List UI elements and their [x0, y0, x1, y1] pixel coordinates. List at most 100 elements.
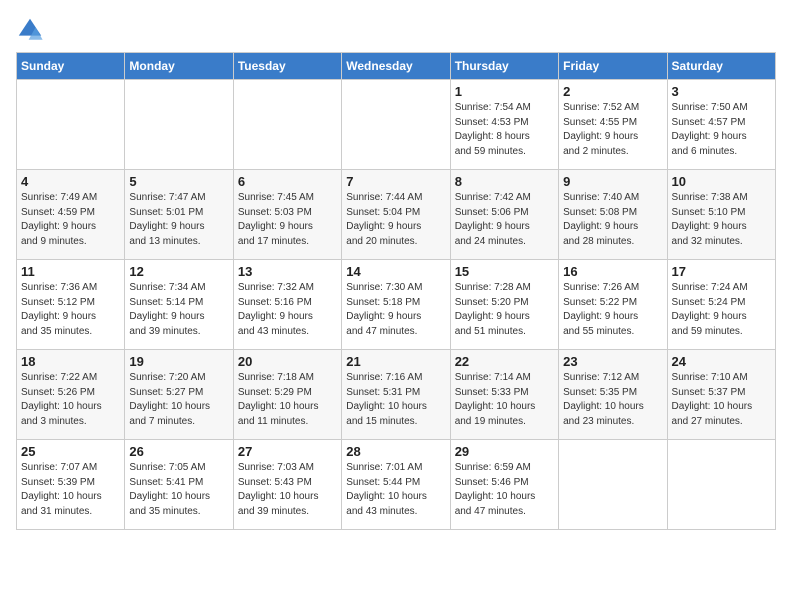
weekday-header-row: SundayMondayTuesdayWednesdayThursdayFrid…: [17, 53, 776, 80]
day-number: 19: [129, 354, 228, 369]
day-number: 9: [563, 174, 662, 189]
calendar-cell: 25 Sunrise: 7:07 AM Sunset: 5:39 PM Dayli…: [17, 440, 125, 530]
day-info: Sunrise: 7:26 AM Sunset: 5:22 PM Dayligh…: [563, 281, 662, 339]
day-info: Sunrise: 7:20 AM Sunset: 5:27 PM Dayligh…: [129, 371, 228, 429]
day-info: Sunrise: 7:12 AM Sunset: 5:35 PM Dayligh…: [563, 371, 662, 429]
calendar-cell: 9 Sunrise: 7:40 AM Sunset: 5:08 PM Daylig…: [559, 170, 667, 260]
day-number: 1: [455, 84, 554, 99]
weekday-header-monday: Monday: [125, 53, 233, 80]
day-info: Sunrise: 7:03 AM Sunset: 5:43 PM Dayligh…: [238, 461, 337, 519]
calendar-week-row: 11Sunrise: 7:36 AM Sunset: 5:12 PM Dayli…: [17, 260, 776, 350]
day-info: Sunrise: 7:49 AM Sunset: 4:59 PM Dayligh…: [21, 191, 120, 249]
logo: [16, 16, 48, 44]
calendar-week-row: 25 Sunrise: 7:07 AM Sunset: 5:39 PM Dayli…: [17, 440, 776, 530]
calendar-cell: [559, 440, 667, 530]
day-number: 4: [21, 174, 120, 189]
day-info: Sunrise: 6:59 AM Sunset: 5:46 PM Dayligh…: [455, 461, 554, 519]
calendar-cell: 17 Sunrise: 7:24 AM Sunset: 5:24 PM Dayli…: [667, 260, 775, 350]
day-number: 12: [129, 264, 228, 279]
day-number: 20: [238, 354, 337, 369]
day-number: 10: [672, 174, 771, 189]
calendar-cell: [125, 80, 233, 170]
calendar-cell: 12 Sunrise: 7:34 AM Sunset: 5:14 PM Dayli…: [125, 260, 233, 350]
day-info: Sunrise: 7:01 AM Sunset: 5:44 PM Dayligh…: [346, 461, 445, 519]
calendar-table: SundayMondayTuesdayWednesdayThursdayFrid…: [16, 52, 776, 530]
day-number: 21: [346, 354, 445, 369]
day-info: Sunrise: 7:50 AM Sunset: 4:57 PM Dayligh…: [672, 101, 771, 159]
calendar-cell: 2 Sunrise: 7:52 AM Sunset: 4:55 PM Daylig…: [559, 80, 667, 170]
calendar-cell: 4 Sunrise: 7:49 AM Sunset: 4:59 PM Daylig…: [17, 170, 125, 260]
day-info: Sunrise: 7:52 AM Sunset: 4:55 PM Dayligh…: [563, 101, 662, 159]
day-number: 26: [129, 444, 228, 459]
calendar-cell: 11Sunrise: 7:36 AM Sunset: 5:12 PM Dayli…: [17, 260, 125, 350]
calendar-cell: [342, 80, 450, 170]
weekday-header-tuesday: Tuesday: [233, 53, 341, 80]
day-info: Sunrise: 7:18 AM Sunset: 5:29 PM Dayligh…: [238, 371, 337, 429]
calendar-cell: 21 Sunrise: 7:16 AM Sunset: 5:31 PM Dayli…: [342, 350, 450, 440]
calendar-cell: 28Sunrise: 7:01 AM Sunset: 5:44 PM Dayli…: [342, 440, 450, 530]
day-number: 14: [346, 264, 445, 279]
header: [16, 16, 776, 44]
day-info: Sunrise: 7:16 AM Sunset: 5:31 PM Dayligh…: [346, 371, 445, 429]
day-info: Sunrise: 7:42 AM Sunset: 5:06 PM Dayligh…: [455, 191, 554, 249]
weekday-header-saturday: Saturday: [667, 53, 775, 80]
calendar-cell: 16 Sunrise: 7:26 AM Sunset: 5:22 PM Dayli…: [559, 260, 667, 350]
calendar-cell: 18Sunrise: 7:22 AM Sunset: 5:26 PM Dayli…: [17, 350, 125, 440]
day-number: 29: [455, 444, 554, 459]
day-info: Sunrise: 7:14 AM Sunset: 5:33 PM Dayligh…: [455, 371, 554, 429]
calendar-cell: 24 Sunrise: 7:10 AM Sunset: 5:37 PM Dayli…: [667, 350, 775, 440]
day-info: Sunrise: 7:32 AM Sunset: 5:16 PM Dayligh…: [238, 281, 337, 339]
day-info: Sunrise: 7:05 AM Sunset: 5:41 PM Dayligh…: [129, 461, 228, 519]
calendar-cell: 19 Sunrise: 7:20 AM Sunset: 5:27 PM Dayli…: [125, 350, 233, 440]
day-info: Sunrise: 7:40 AM Sunset: 5:08 PM Dayligh…: [563, 191, 662, 249]
weekday-header-friday: Friday: [559, 53, 667, 80]
day-number: 17: [672, 264, 771, 279]
day-info: Sunrise: 7:38 AM Sunset: 5:10 PM Dayligh…: [672, 191, 771, 249]
calendar-cell: 15 Sunrise: 7:28 AM Sunset: 5:20 PM Dayli…: [450, 260, 558, 350]
calendar-cell: 10 Sunrise: 7:38 AM Sunset: 5:10 PM Dayli…: [667, 170, 775, 260]
day-info: Sunrise: 7:47 AM Sunset: 5:01 PM Dayligh…: [129, 191, 228, 249]
day-number: 16: [563, 264, 662, 279]
day-info: Sunrise: 7:30 AM Sunset: 5:18 PM Dayligh…: [346, 281, 445, 339]
day-number: 23: [563, 354, 662, 369]
weekday-header-sunday: Sunday: [17, 53, 125, 80]
calendar-cell: 3 Sunrise: 7:50 AM Sunset: 4:57 PM Daylig…: [667, 80, 775, 170]
day-number: 15: [455, 264, 554, 279]
calendar-cell: 1 Sunrise: 7:54 AM Sunset: 4:53 PM Daylig…: [450, 80, 558, 170]
day-number: 25: [21, 444, 120, 459]
day-number: 3: [672, 84, 771, 99]
day-info: Sunrise: 7:07 AM Sunset: 5:39 PM Dayligh…: [21, 461, 120, 519]
calendar-cell: [17, 80, 125, 170]
calendar-cell: 22 Sunrise: 7:14 AM Sunset: 5:33 PM Dayli…: [450, 350, 558, 440]
calendar-week-row: 18Sunrise: 7:22 AM Sunset: 5:26 PM Dayli…: [17, 350, 776, 440]
calendar-cell: 29 Sunrise: 6:59 AM Sunset: 5:46 PM Dayli…: [450, 440, 558, 530]
day-info: Sunrise: 7:54 AM Sunset: 4:53 PM Dayligh…: [455, 101, 554, 159]
day-number: 5: [129, 174, 228, 189]
weekday-header-wednesday: Wednesday: [342, 53, 450, 80]
calendar-cell: 14 Sunrise: 7:30 AM Sunset: 5:18 PM Dayli…: [342, 260, 450, 350]
calendar-cell: [233, 80, 341, 170]
day-number: 22: [455, 354, 554, 369]
calendar-cell: 27Sunrise: 7:03 AM Sunset: 5:43 PM Dayli…: [233, 440, 341, 530]
day-number: 2: [563, 84, 662, 99]
weekday-header-thursday: Thursday: [450, 53, 558, 80]
day-info: Sunrise: 7:34 AM Sunset: 5:14 PM Dayligh…: [129, 281, 228, 339]
calendar-cell: 13 Sunrise: 7:32 AM Sunset: 5:16 PM Dayli…: [233, 260, 341, 350]
day-number: 24: [672, 354, 771, 369]
day-number: 18: [21, 354, 120, 369]
calendar-cell: 7Sunrise: 7:44 AM Sunset: 5:04 PM Daylig…: [342, 170, 450, 260]
day-number: 11: [21, 264, 120, 279]
day-number: 8: [455, 174, 554, 189]
calendar-cell: 6Sunrise: 7:45 AM Sunset: 5:03 PM Daylig…: [233, 170, 341, 260]
day-number: 13: [238, 264, 337, 279]
calendar-cell: [667, 440, 775, 530]
day-info: Sunrise: 7:10 AM Sunset: 5:37 PM Dayligh…: [672, 371, 771, 429]
day-info: Sunrise: 7:24 AM Sunset: 5:24 PM Dayligh…: [672, 281, 771, 339]
day-info: Sunrise: 7:28 AM Sunset: 5:20 PM Dayligh…: [455, 281, 554, 339]
calendar-week-row: 1 Sunrise: 7:54 AM Sunset: 4:53 PM Daylig…: [17, 80, 776, 170]
calendar-cell: 26 Sunrise: 7:05 AM Sunset: 5:41 PM Dayli…: [125, 440, 233, 530]
day-number: 7: [346, 174, 445, 189]
day-info: Sunrise: 7:45 AM Sunset: 5:03 PM Dayligh…: [238, 191, 337, 249]
logo-icon: [16, 16, 44, 44]
calendar-cell: 20 Sunrise: 7:18 AM Sunset: 5:29 PM Dayli…: [233, 350, 341, 440]
